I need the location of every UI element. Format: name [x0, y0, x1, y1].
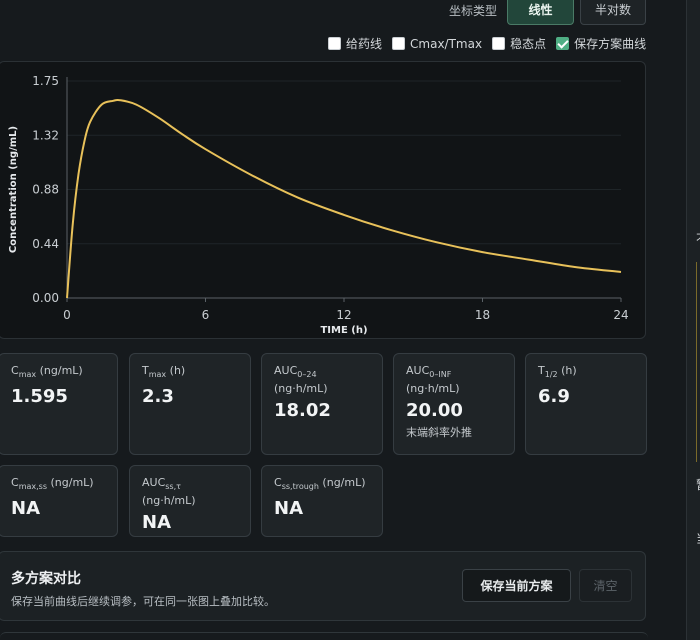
css-trough-card: Css,trough (ng/mL) NA	[261, 465, 383, 537]
divider	[686, 0, 687, 640]
cmax-tmax-checkbox[interactable]: Cmax/Tmax	[392, 35, 482, 52]
y-tick-label: 1.75	[32, 74, 59, 88]
checkbox-box-checked[interactable]	[556, 37, 570, 50]
chart-svg: 0.00 0.44 0.88 1.32 1.75 0 6 12 18 24 TIME (h) Conc…	[8, 74, 629, 336]
stat-value: 18.02	[274, 400, 331, 421]
stat-note: 末端斜率外推	[406, 426, 472, 439]
checkbox-box[interactable]	[328, 37, 341, 50]
stat-value: 20.00	[406, 400, 463, 421]
x-tick-label: 6	[202, 308, 210, 322]
half-life-card: T1/2 (h) 6.9	[525, 353, 647, 455]
y-tick-label: 0.88	[32, 183, 59, 197]
y-axis-label: Concentration (ng/mL)	[8, 126, 19, 253]
auc-0-inf-card: AUC0–INF (ng·h/mL) 20.00 末端斜率外推	[393, 353, 515, 455]
stat-value: 6.9	[538, 386, 570, 407]
stat-label: Cmax (ng/mL)	[11, 364, 83, 379]
checkbox-box[interactable]	[492, 37, 506, 50]
x-axis-label: TIME (h)	[320, 325, 367, 336]
cmax-ss-card: Cmax,ss (ng/mL) NA	[0, 465, 118, 537]
y-tick-label: 1.32	[32, 128, 59, 142]
side-text: 当	[696, 530, 700, 547]
y-tick-label: 0.44	[32, 237, 59, 251]
checkbox-label: Cmax/Tmax	[410, 36, 483, 51]
x-tick-label: 0	[63, 308, 71, 322]
stat-value: NA	[11, 498, 40, 519]
stat-label: AUC0–INF (ng·h/mL)	[406, 364, 460, 395]
save-scenario-button[interactable]: 保存当前方案	[462, 569, 571, 602]
stat-value: NA	[274, 498, 303, 519]
side-text: 不	[696, 230, 700, 247]
stat-label: AUCss,τ (ng·h/mL)	[142, 476, 196, 507]
side-text: 暂	[696, 476, 700, 493]
x-tick-label: 24	[613, 308, 628, 322]
cmax-card: Cmax (ng/mL) 1.595	[0, 353, 118, 455]
concentration-curve	[66, 98, 622, 299]
x-tick-label: 12	[336, 308, 351, 322]
stat-label: Css,trough (ng/mL)	[274, 476, 366, 491]
stat-label: AUC0–24 (ng·h/mL)	[274, 364, 328, 395]
save-curve-checkbox[interactable]: 保存方案曲线	[556, 35, 646, 52]
concentration-chart: 0.00 0.44 0.88 1.32 1.75 0 6 12 18 24 TIME (h) Conc…	[0, 61, 646, 339]
main-panel: 坐标类型 线性 半对数 给药线 Cmax/Tmax 稳态点 保存方案曲线 0.0…	[0, 0, 660, 640]
stat-label: Cmax,ss (ng/mL)	[11, 476, 94, 491]
compare-title: 多方案对比	[11, 571, 81, 587]
checkbox-label: 稳态点	[510, 37, 547, 51]
side-panel-edge: 不 暂 当	[686, 0, 700, 640]
stat-value: 2.3	[142, 386, 174, 407]
checkbox-label: 给药线	[346, 37, 383, 51]
next-panel-edge	[0, 632, 648, 640]
steady-state-checkbox[interactable]: 稳态点	[492, 35, 546, 52]
display-options: 给药线 Cmax/Tmax 稳态点 保存方案曲线	[328, 35, 646, 52]
checkbox-label: 保存方案曲线	[574, 37, 647, 51]
clear-button[interactable]: 清空	[579, 569, 632, 602]
stat-value: 1.595	[11, 386, 68, 407]
scale-type-label: 坐标类型	[449, 4, 498, 18]
checkbox-box[interactable]	[392, 37, 406, 50]
stat-value: NA	[142, 512, 171, 533]
auc-ss-card: AUCss,τ (ng·h/mL) NA	[129, 465, 251, 537]
dosing-line-checkbox[interactable]: 给药线	[328, 35, 382, 52]
scale-linear-button[interactable]: 线性	[507, 0, 574, 25]
stat-label: T1/2 (h)	[538, 364, 577, 379]
tmax-card: Tmax (h) 2.3	[129, 353, 251, 455]
side-highlight	[696, 262, 700, 462]
x-tick-label: 18	[475, 308, 490, 322]
multi-scenario-compare: 多方案对比 保存当前曲线后继续调参，可在同一张图上叠加比较。 保存当前方案 清空	[0, 551, 646, 621]
compare-description: 保存当前曲线后继续调参，可在同一张图上叠加比较。	[11, 595, 275, 608]
auc-0-24-card: AUC0–24 (ng·h/mL) 18.02	[261, 353, 383, 455]
scale-semilog-button[interactable]: 半对数	[580, 0, 646, 25]
stat-label: Tmax (h)	[142, 364, 186, 379]
y-tick-label: 0.00	[32, 291, 59, 305]
